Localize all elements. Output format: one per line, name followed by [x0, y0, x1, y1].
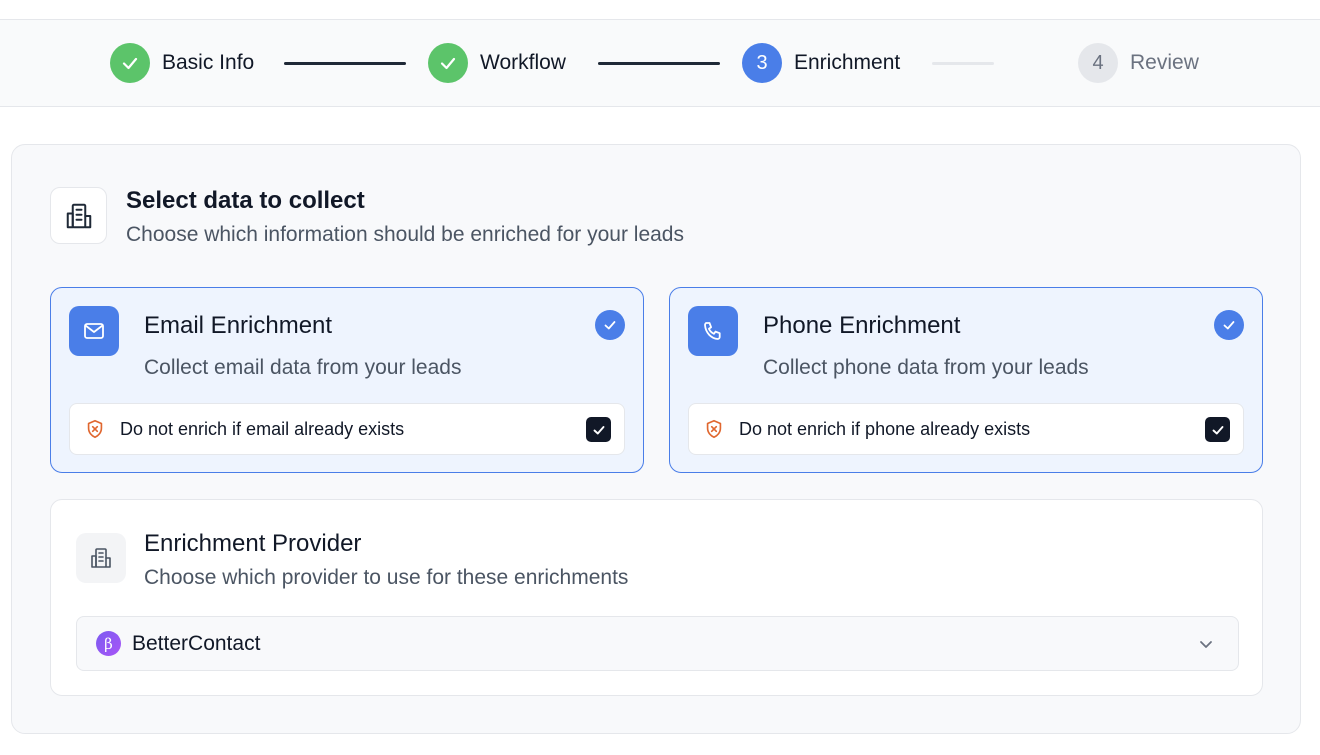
step-check-icon — [428, 43, 468, 83]
step-basic-info[interactable]: Basic Info — [110, 43, 254, 83]
step-number: 3 — [742, 43, 782, 83]
step-label: Review — [1130, 51, 1199, 74]
provider-select[interactable]: β BetterContact — [76, 616, 1239, 671]
building-icon — [50, 187, 107, 244]
phone-enrichment-card[interactable]: Phone Enrichment Collect phone data from… — [669, 287, 1263, 473]
section-title: Select data to collect — [126, 187, 365, 214]
step-label: Enrichment — [794, 51, 901, 74]
option-label: Do not enrich if phone already exists — [739, 418, 1031, 439]
card-title: Email Enrichment — [144, 312, 333, 339]
skip-existing-email-option[interactable]: Do not enrich if email already exists — [69, 403, 625, 455]
enrichment-provider-card: Enrichment Provider Choose which provide… — [50, 499, 1263, 696]
step-connector — [598, 62, 720, 65]
shield-x-icon — [84, 418, 106, 440]
selected-check-icon — [595, 310, 625, 340]
top-strip — [0, 0, 1320, 20]
step-label: Basic Info — [162, 51, 255, 74]
card-description: Collect phone data from your leads — [763, 356, 1089, 379]
skip-existing-phone-option[interactable]: Do not enrich if phone already exists — [688, 403, 1244, 455]
phone-icon — [688, 306, 738, 356]
step-check-icon — [110, 43, 150, 83]
step-enrichment[interactable]: 3 Enrichment — [742, 43, 900, 83]
card-title: Phone Enrichment — [763, 312, 961, 339]
bettercontact-logo-icon: β — [96, 631, 121, 656]
step-connector — [932, 62, 994, 65]
card-description: Collect email data from your leads — [144, 356, 462, 379]
skip-existing-phone-checkbox[interactable] — [1205, 417, 1230, 442]
enrichment-panel: Select data to collect Choose which info… — [11, 144, 1301, 734]
skip-existing-email-checkbox[interactable] — [586, 417, 611, 442]
section-subtitle: Choose which information should be enric… — [126, 223, 684, 246]
email-enrichment-card[interactable]: Email Enrichment Collect email data from… — [50, 287, 644, 473]
mail-icon — [69, 306, 119, 356]
provider-title: Enrichment Provider — [144, 530, 362, 557]
step-review[interactable]: 4 Review — [1078, 43, 1199, 83]
progress-stepper: Basic Info Workflow 3 Enrichment 4 Revie… — [0, 20, 1320, 107]
step-number: 4 — [1078, 43, 1118, 83]
step-workflow[interactable]: Workflow — [428, 43, 566, 83]
building-icon — [76, 533, 126, 583]
provider-subtitle: Choose which provider to use for these e… — [144, 566, 629, 589]
selected-check-icon — [1214, 310, 1244, 340]
option-label: Do not enrich if email already exists — [120, 418, 405, 439]
step-label: Workflow — [480, 51, 566, 74]
step-connector — [284, 62, 406, 65]
chevron-down-icon — [1200, 641, 1212, 648]
provider-selected-value: BetterContact — [132, 631, 261, 655]
shield-x-icon — [703, 418, 725, 440]
